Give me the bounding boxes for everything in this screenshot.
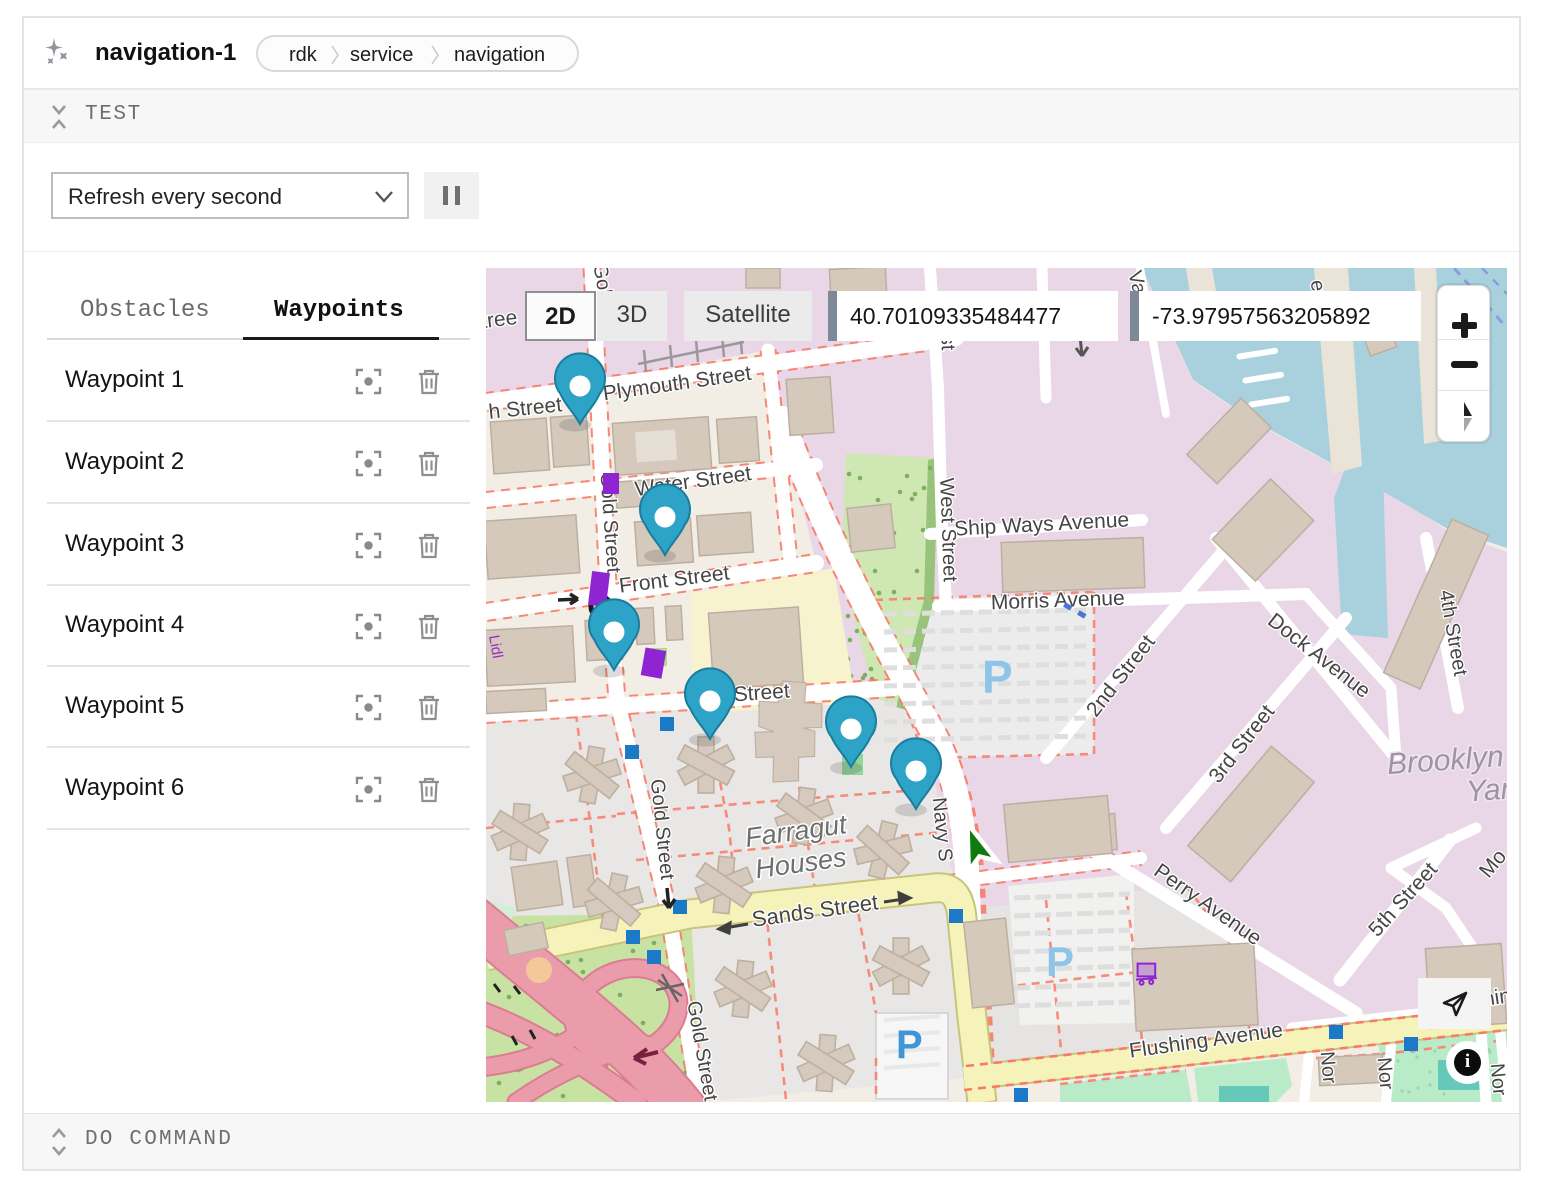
svg-text:Nor: Nor	[1486, 1062, 1507, 1096]
svg-text:Yar: Yar	[1465, 772, 1507, 808]
svg-text:Nor: Nor	[1373, 1056, 1398, 1090]
svg-text:P: P	[1046, 938, 1074, 985]
svg-text:Lidl: Lidl	[486, 634, 506, 660]
svg-text:P: P	[982, 651, 1013, 703]
svg-text:Morris Avenue: Morris Avenue	[990, 587, 1125, 615]
svg-text:West Street: West Street	[935, 477, 961, 582]
svg-text:Nor: Nor	[1316, 1050, 1341, 1084]
svg-text:tree: tree	[486, 306, 519, 333]
svg-text:P: P	[896, 1023, 923, 1067]
